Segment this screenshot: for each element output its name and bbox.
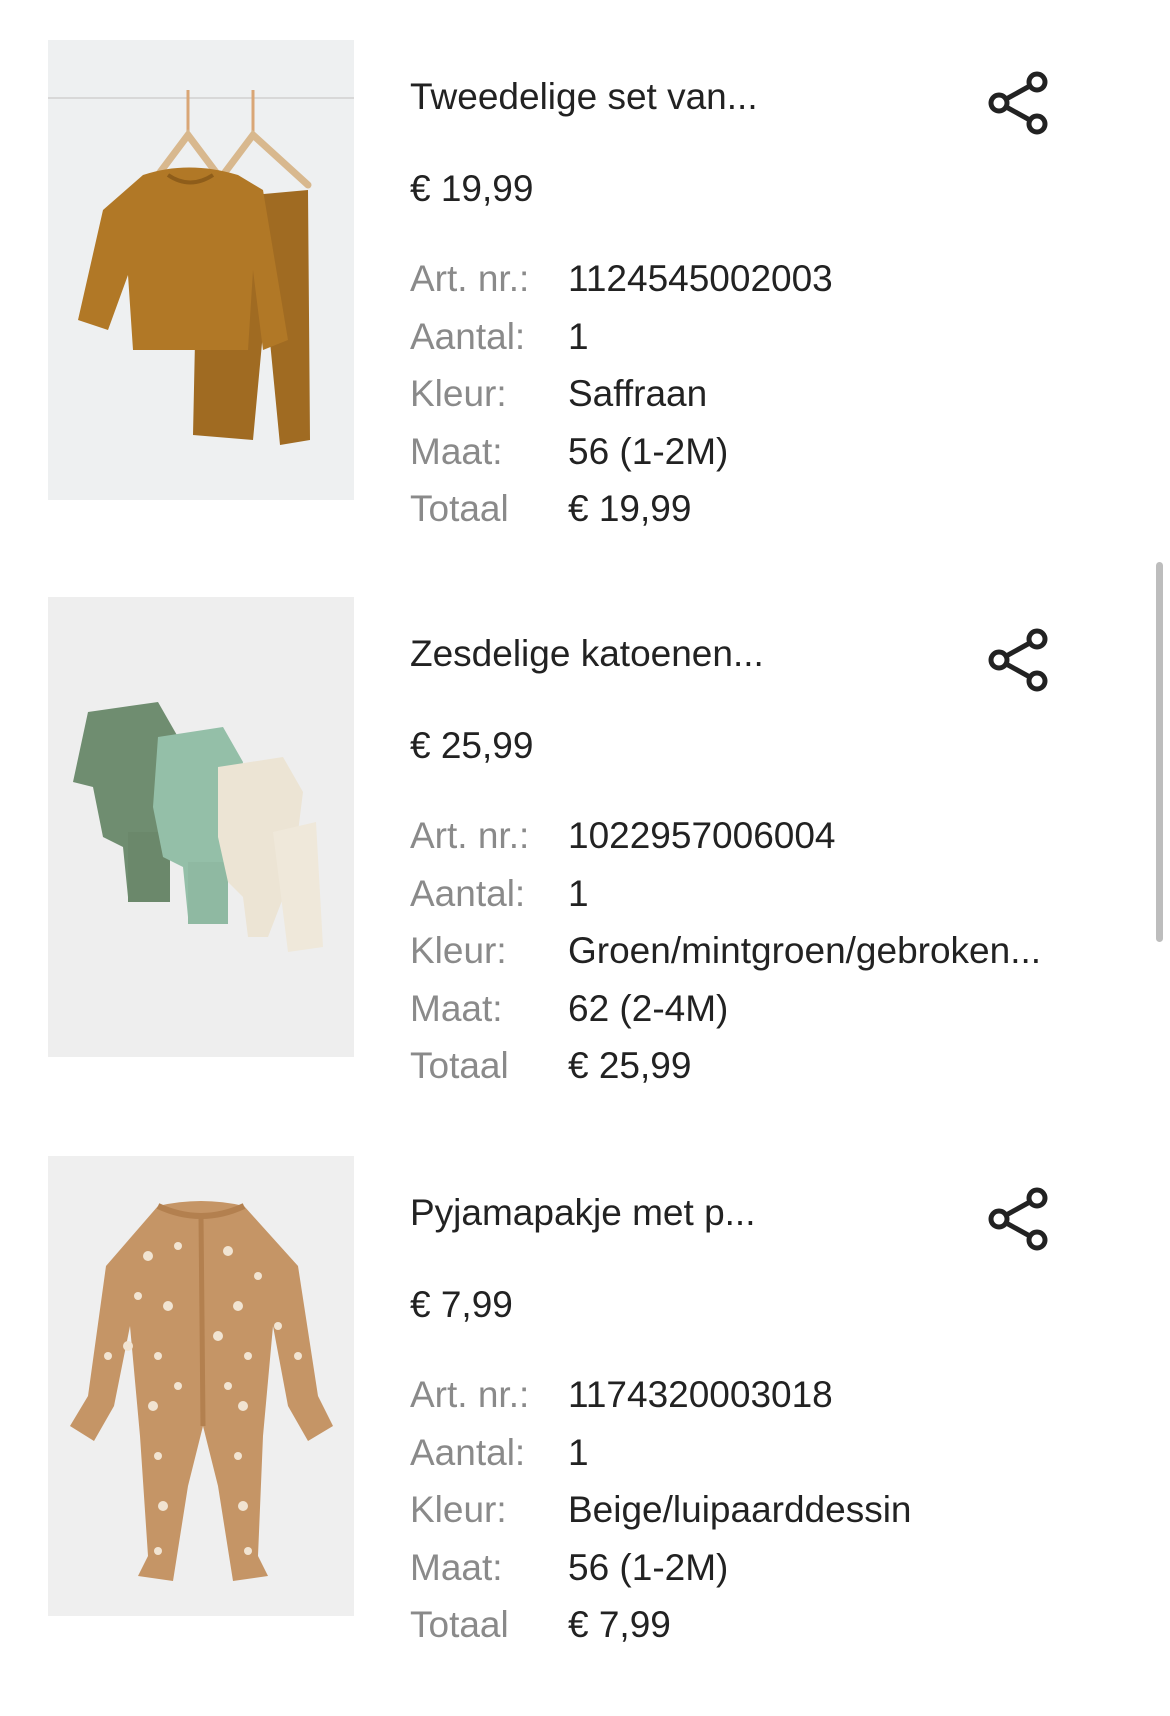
product-title[interactable]: Zesdelige katoenen... [410, 633, 764, 675]
total-value: € 19,99 [568, 488, 692, 529]
size-value: 56 (1-2M) [568, 1546, 729, 1588]
share-button[interactable] [985, 68, 1055, 138]
total-value: € 7,99 [568, 1604, 671, 1645]
product-image-sweater-set [48, 40, 354, 500]
total-label: Totaal [410, 1045, 509, 1086]
product-image[interactable] [48, 40, 354, 500]
color-value: Beige/luipaarddessin [568, 1489, 912, 1530]
product-price: € 19,99 [410, 168, 534, 209]
color-value: Saffraan [568, 373, 708, 414]
product-image[interactable] [48, 1156, 354, 1616]
art-label: Art. nr.: [410, 258, 530, 299]
art-label: Art. nr.: [410, 1374, 530, 1415]
share-button[interactable] [985, 1184, 1055, 1254]
art-value: 1174320003018 [568, 1374, 833, 1415]
product-title[interactable]: Tweedelige set van... [410, 76, 758, 118]
color-value: Groen/mintgroen/gebroken... [568, 930, 1042, 971]
qty-value: 1 [568, 1431, 589, 1473]
cart-item: Tweedelige set van... € 19,99 Art. nr.: … [0, 40, 1170, 600]
total-label: Totaal [410, 488, 509, 529]
product-price: € 7,99 [410, 1284, 513, 1325]
size-label: Maat: [410, 1546, 503, 1588]
cart-item: Zesdelige katoenen... € 25,99 Art. nr.: … [0, 597, 1170, 1157]
size-label: Maat: [410, 430, 503, 472]
share-icon [988, 1187, 1048, 1251]
qty-label: Aantal: [410, 1431, 526, 1473]
total-label: Totaal [410, 1604, 509, 1645]
product-title[interactable]: Pyjamapakje met p... [410, 1192, 755, 1234]
qty-value: 1 [568, 872, 589, 914]
color-label: Kleur: [410, 373, 507, 414]
qty-label: Aantal: [410, 872, 526, 914]
art-value: 1022957006004 [568, 815, 836, 856]
qty-value: 1 [568, 315, 589, 357]
share-icon [988, 71, 1048, 135]
scrollbar[interactable] [1156, 562, 1163, 942]
size-value: 56 (1-2M) [568, 430, 729, 472]
product-image-bodysuit-set [48, 597, 354, 1057]
product-image[interactable] [48, 597, 354, 1057]
size-value: 62 (2-4M) [568, 987, 729, 1029]
size-label: Maat: [410, 987, 503, 1029]
color-label: Kleur: [410, 930, 507, 971]
cart-item: Pyjamapakje met p... € 7,99 Art. nr.: 11… [0, 1156, 1170, 1716]
share-button[interactable] [985, 625, 1055, 695]
share-icon [988, 628, 1048, 692]
product-price: € 25,99 [410, 725, 534, 766]
total-value: € 25,99 [568, 1045, 692, 1086]
color-label: Kleur: [410, 1489, 507, 1530]
art-value: 1124545002003 [568, 258, 833, 299]
qty-label: Aantal: [410, 315, 526, 357]
art-label: Art. nr.: [410, 815, 530, 856]
product-image-pyjama [48, 1156, 354, 1616]
